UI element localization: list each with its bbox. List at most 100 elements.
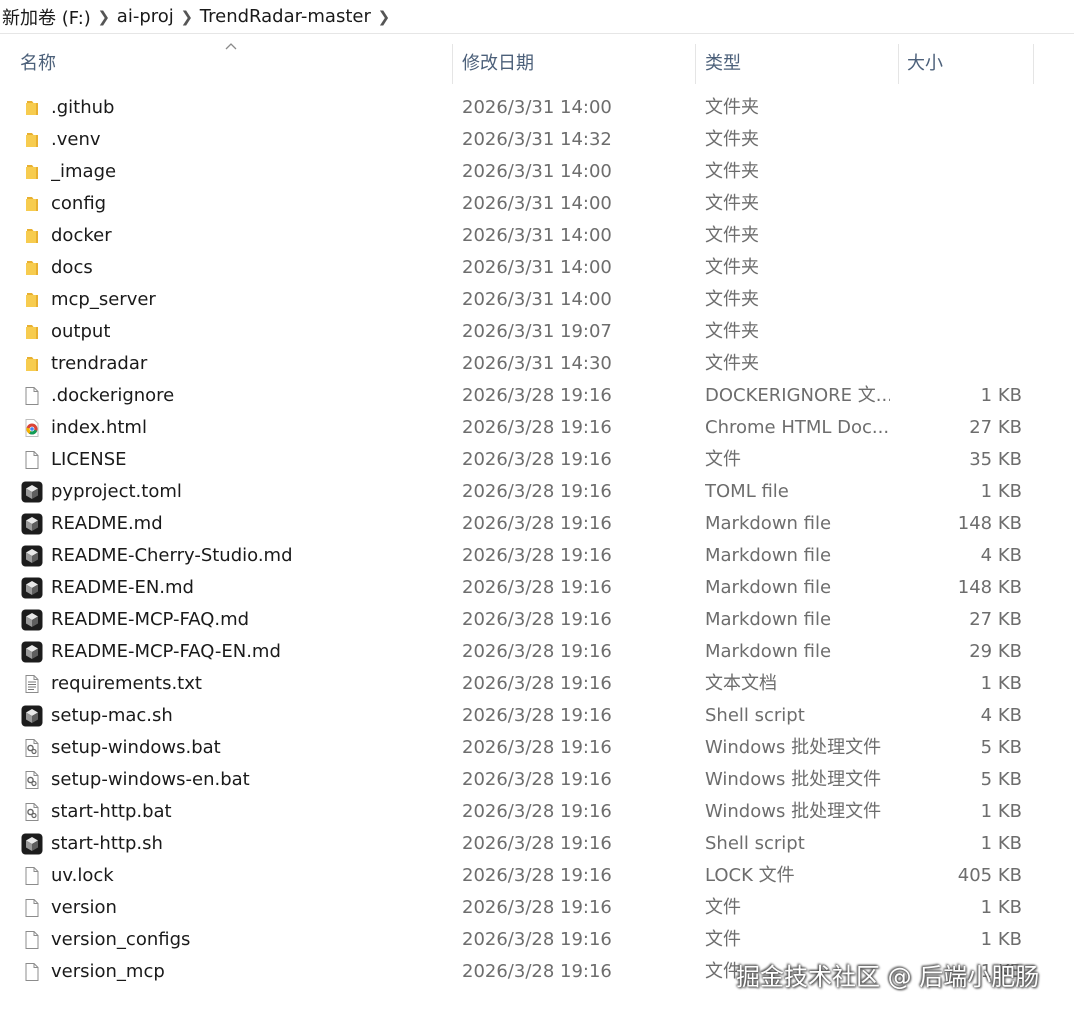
file-name: trendradar — [51, 353, 148, 374]
file-name: setup-mac.sh — [51, 705, 173, 726]
file-type: 文件夹 — [705, 97, 759, 118]
breadcrumb-item-current-folder[interactable]: TrendRadar-master — [198, 6, 373, 27]
file-type: Shell script — [705, 833, 805, 854]
file-row[interactable]: .github 2026/3/31 14:00 文件夹 — [0, 92, 1074, 124]
file-type: Shell script — [705, 705, 805, 726]
file-date-modified: 2026/3/28 19:16 — [462, 545, 612, 566]
file-row[interactable]: README-EN.md 2026/3/28 19:16 Markdown file… — [0, 572, 1074, 604]
file-row[interactable]: LICENSE 2026/3/28 19:16 文件 35 KB — [0, 444, 1074, 476]
file-row[interactable]: index.html 2026/3/28 19:16 Chrome HTML Doc… — [0, 412, 1074, 444]
file-date-modified: 2026/3/28 19:16 — [462, 801, 612, 822]
file-size — [900, 284, 1022, 316]
file-size — [900, 188, 1022, 220]
file-type: Windows 批处理文件 — [705, 769, 882, 790]
column-header-date[interactable]: 修改日期 — [462, 44, 534, 84]
file-date-modified: 2026/3/31 19:07 — [462, 321, 612, 342]
chevron-right-icon[interactable]: ❯ — [373, 8, 395, 26]
file-row[interactable]: README-MCP-FAQ.md 2026/3/28 19:16 Markdown… — [0, 604, 1074, 636]
file-row[interactable]: docs 2026/3/31 14:00 文件夹 — [0, 252, 1074, 284]
file-row[interactable]: output 2026/3/31 19:07 文件夹 — [0, 316, 1074, 348]
file-name: pyproject.toml — [51, 481, 182, 502]
breadcrumb-item-drive[interactable]: 新加卷 (F:) — [0, 4, 93, 30]
file-row[interactable]: setup-windows.bat 2026/3/28 19:16 Windows … — [0, 732, 1074, 764]
file-date-modified: 2026/3/28 19:16 — [462, 961, 612, 982]
file-row[interactable]: _image 2026/3/31 14:00 文件夹 — [0, 156, 1074, 188]
file-row[interactable]: trendradar 2026/3/31 14:30 文件夹 — [0, 348, 1074, 380]
chevron-right-icon[interactable]: ❯ — [176, 8, 198, 26]
file-date-modified: 2026/3/28 19:16 — [462, 609, 612, 630]
file-type: Markdown file — [705, 609, 832, 630]
chevron-right-icon[interactable]: ❯ — [93, 8, 115, 26]
file-type: DOCKERIGNORE 文... — [705, 385, 890, 406]
column-divider[interactable] — [898, 44, 899, 84]
file-row[interactable]: start-http.bat 2026/3/28 19:16 Windows 批处理… — [0, 796, 1074, 828]
file-row[interactable]: .venv 2026/3/31 14:32 文件夹 — [0, 124, 1074, 156]
file-size — [900, 92, 1022, 124]
file-size: 35 KB — [969, 449, 1022, 470]
file-row[interactable]: version_configs 2026/3/28 19:16 文件 1 KB — [0, 924, 1074, 956]
file-row[interactable]: start-http.sh 2026/3/28 19:16 Shell script… — [0, 828, 1074, 860]
file-size: 4 KB — [980, 545, 1022, 566]
file-row[interactable]: .dockerignore 2026/3/28 19:16 DOCKERIGNORE… — [0, 380, 1074, 412]
editor-app-icon — [21, 513, 43, 535]
file-name: README-EN.md — [51, 577, 194, 598]
file-size — [900, 316, 1022, 348]
file-type: Markdown file — [705, 641, 832, 662]
file-type: 文件夹 — [705, 225, 759, 246]
column-header-size[interactable]: 大小 — [907, 44, 943, 84]
file-row[interactable]: version 2026/3/28 19:16 文件 1 KB — [0, 892, 1074, 924]
file-type: 文件夹 — [705, 193, 759, 214]
file-name: docker — [51, 225, 112, 246]
file-date-modified: 2026/3/28 19:16 — [462, 641, 612, 662]
file-row[interactable]: README.md 2026/3/28 19:16 Markdown file 148… — [0, 508, 1074, 540]
chrome-icon — [22, 418, 42, 438]
file-row[interactable]: requirements.txt 2026/3/28 19:16 文本文档 1 KB — [0, 668, 1074, 700]
file-date-modified: 2026/3/28 19:16 — [462, 449, 612, 470]
file-name: setup-windows-en.bat — [51, 769, 250, 790]
file-date-modified: 2026/3/31 14:00 — [462, 97, 612, 118]
file-date-modified: 2026/3/31 14:00 — [462, 225, 612, 246]
file-row[interactable]: config 2026/3/31 14:00 文件夹 — [0, 188, 1074, 220]
file-row[interactable]: mcp_server 2026/3/31 14:00 文件夹 — [0, 284, 1074, 316]
file-row[interactable]: uv.lock 2026/3/28 19:16 LOCK 文件 405 KB — [0, 860, 1074, 892]
file-type: Windows 批处理文件 — [705, 801, 882, 822]
file-size: 1 KB — [980, 673, 1022, 694]
breadcrumb-item-ai-proj[interactable]: ai-proj — [115, 6, 176, 27]
file-name: version_configs — [51, 929, 191, 950]
file-size — [900, 124, 1022, 156]
file-name: .venv — [51, 129, 101, 150]
batch-file-icon — [22, 770, 42, 790]
folder-icon — [22, 194, 42, 214]
file-size: 27 KB — [969, 609, 1022, 630]
file-size: 148 KB — [957, 513, 1022, 534]
column-divider[interactable] — [1033, 44, 1034, 84]
file-type: 文件夹 — [705, 257, 759, 278]
file-row[interactable]: README-Cherry-Studio.md 2026/3/28 19:16 Ma… — [0, 540, 1074, 572]
column-header-name[interactable]: 名称 — [20, 44, 56, 84]
file-list: .github 2026/3/31 14:00 文件夹 .venv 2026/3/31 … — [0, 92, 1074, 988]
column-divider[interactable] — [452, 44, 453, 84]
editor-app-icon — [21, 641, 43, 663]
file-size: 29 KB — [969, 641, 1022, 662]
file-size — [900, 156, 1022, 188]
file-name: index.html — [51, 417, 147, 438]
folder-icon — [22, 258, 42, 278]
file-name: README.md — [51, 513, 163, 534]
file-row[interactable]: setup-mac.sh 2026/3/28 19:16 Shell script 4… — [0, 700, 1074, 732]
file-type: 文件 — [705, 897, 741, 918]
column-divider[interactable] — [695, 44, 696, 84]
file-type: Windows 批处理文件 — [705, 737, 882, 758]
column-header-type[interactable]: 类型 — [705, 44, 741, 84]
file-date-modified: 2026/3/31 14:00 — [462, 289, 612, 310]
file-name: .github — [51, 97, 115, 118]
file-size: 1 KB — [980, 801, 1022, 822]
file-row[interactable]: docker 2026/3/31 14:00 文件夹 — [0, 220, 1074, 252]
file-date-modified: 2026/3/28 19:16 — [462, 865, 612, 886]
editor-app-icon — [21, 705, 43, 727]
file-explorer-window: 新加卷 (F:) ❯ ai-proj ❯ TrendRadar-master ❯… — [0, 0, 1074, 1016]
file-row[interactable]: setup-windows-en.bat 2026/3/28 19:16 Windo… — [0, 764, 1074, 796]
file-size: 27 KB — [969, 417, 1022, 438]
file-date-modified: 2026/3/31 14:00 — [462, 257, 612, 278]
file-row[interactable]: pyproject.toml 2026/3/28 19:16 TOML file 1 … — [0, 476, 1074, 508]
file-row[interactable]: README-MCP-FAQ-EN.md 2026/3/28 19:16 Markd… — [0, 636, 1074, 668]
